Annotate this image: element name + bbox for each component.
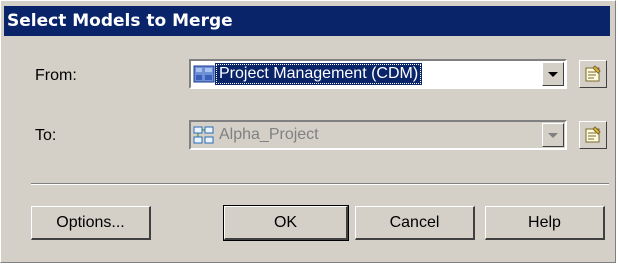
properties-icon bbox=[585, 65, 601, 82]
ok-button[interactable]: OK bbox=[223, 205, 349, 241]
merge-models-dialog: Select Models to Merge From: Project Man… bbox=[0, 0, 616, 263]
to-model-text: Alpha_Project bbox=[219, 126, 319, 143]
to-dropdown-button[interactable] bbox=[542, 123, 564, 147]
from-model-text: Project Management (CDM) bbox=[215, 63, 423, 85]
from-dropdown-button[interactable] bbox=[542, 62, 564, 86]
separator bbox=[31, 183, 609, 185]
from-label: From: bbox=[35, 67, 77, 84]
to-label: To: bbox=[35, 127, 57, 144]
to-model-value: Alpha_Project bbox=[193, 124, 538, 146]
dialog-title: Select Models to Merge bbox=[4, 6, 610, 36]
cancel-button[interactable]: Cancel bbox=[355, 206, 475, 240]
cdm-model-icon bbox=[193, 65, 215, 83]
from-model-combobox[interactable]: Project Management (CDM) bbox=[189, 59, 567, 89]
properties-icon bbox=[585, 126, 601, 143]
chevron-down-icon bbox=[548, 71, 558, 77]
chevron-down-icon bbox=[548, 132, 558, 138]
project-model-icon bbox=[193, 126, 214, 144]
from-model-value: Project Management (CDM) bbox=[193, 63, 538, 85]
options-button[interactable]: Options... bbox=[31, 206, 151, 240]
from-properties-button[interactable] bbox=[579, 60, 607, 88]
help-button[interactable]: Help bbox=[485, 206, 605, 240]
to-model-combobox[interactable]: Alpha_Project bbox=[189, 120, 567, 150]
to-properties-button[interactable] bbox=[579, 121, 607, 149]
